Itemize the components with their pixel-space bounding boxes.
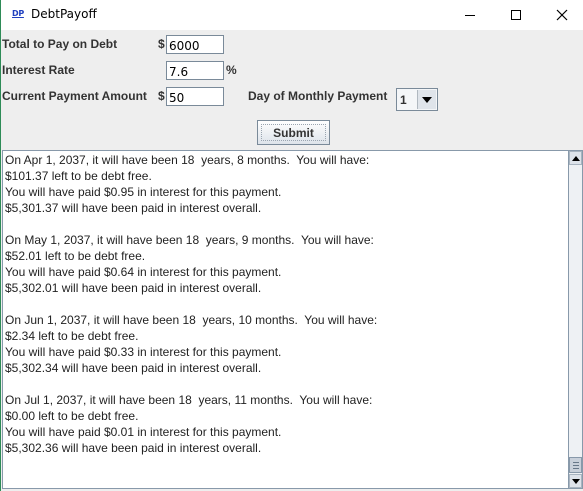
result-line: On Apr 1, 2037, it will have been 18 yea…: [5, 153, 370, 167]
total-debt-input[interactable]: [166, 35, 224, 54]
result-line: $101.37 left to be debt free.: [5, 169, 152, 183]
minimize-button[interactable]: [447, 0, 493, 30]
result-line: You will have paid $0.33 in interest for…: [5, 345, 282, 359]
input-form: Total to Pay on Debt $ Interest Rate % C…: [1, 30, 583, 150]
grip-line: [572, 464, 579, 466]
title-bar[interactable]: DP DebtPayoff: [1, 0, 583, 30]
arrow-down-icon: [571, 478, 580, 484]
chevron-down-icon: [422, 96, 432, 103]
day-select-arrow[interactable]: [417, 90, 436, 109]
vertical-scrollbar[interactable]: [569, 150, 583, 489]
result-line: $52.01 left to be debt free.: [5, 249, 146, 263]
minimize-icon: [465, 14, 475, 16]
scroll-up-button[interactable]: [569, 151, 582, 165]
result-line: On Jun 1, 2037, it will have been 18 yea…: [5, 313, 378, 327]
result-line: You will have paid $0.64 in interest for…: [5, 265, 282, 279]
payment-amount-input[interactable]: [166, 87, 224, 106]
app-icon: DP: [12, 9, 24, 18]
result-line: On May 1, 2037, it will have been 18 yea…: [5, 233, 374, 247]
maximize-icon: [511, 10, 521, 20]
submit-label: Submit: [273, 125, 314, 140]
payment-currency-label: $: [158, 89, 165, 103]
result-line: You will have paid $0.95 in interest for…: [5, 185, 282, 199]
result-line: $0.00 left to be debt free.: [5, 409, 139, 423]
window-title: DebtPayoff: [31, 7, 97, 21]
arrow-up-icon: [571, 155, 580, 161]
result-line: $5,302.36 will have been paid in interes…: [5, 441, 262, 455]
result-line: $5,302.34 will have been paid in interes…: [5, 361, 262, 375]
rate-label: Interest Rate: [2, 63, 75, 77]
close-icon: [556, 9, 568, 21]
interest-rate-input[interactable]: [166, 61, 224, 80]
result-line: You will have paid $0.01 in interest for…: [5, 425, 282, 439]
debt-payoff-window: DP DebtPayoff Total to Pay on Debt $ Int…: [0, 0, 583, 491]
day-select[interactable]: 1: [396, 88, 438, 111]
day-label: Day of Monthly Payment: [248, 89, 388, 103]
maximize-button[interactable]: [493, 0, 539, 30]
submit-button[interactable]: Submit: [257, 120, 330, 145]
grip-line: [572, 461, 579, 463]
results-text: On Apr 1, 2037, it will have been 18 yea…: [3, 151, 568, 457]
scroll-down-button[interactable]: [569, 474, 582, 488]
close-button[interactable]: [539, 0, 583, 30]
total-currency-label: $: [158, 37, 165, 51]
grip-line: [572, 467, 579, 469]
results-textarea[interactable]: On Apr 1, 2037, it will have been 18 yea…: [2, 150, 569, 489]
rate-unit-label: %: [226, 63, 237, 77]
result-line: $5,302.01 will have been paid in interes…: [5, 281, 262, 295]
result-line: On Jul 1, 2037, it will have been 18 yea…: [5, 393, 373, 407]
scroll-thumb[interactable]: [569, 457, 582, 473]
payment-label: Current Payment Amount: [2, 89, 147, 103]
result-line: $5,301.37 will have been paid in interes…: [5, 201, 262, 215]
result-line: $2.34 left to be debt free.: [5, 329, 139, 343]
day-select-value: 1: [400, 93, 407, 107]
total-label: Total to Pay on Debt: [2, 37, 118, 51]
